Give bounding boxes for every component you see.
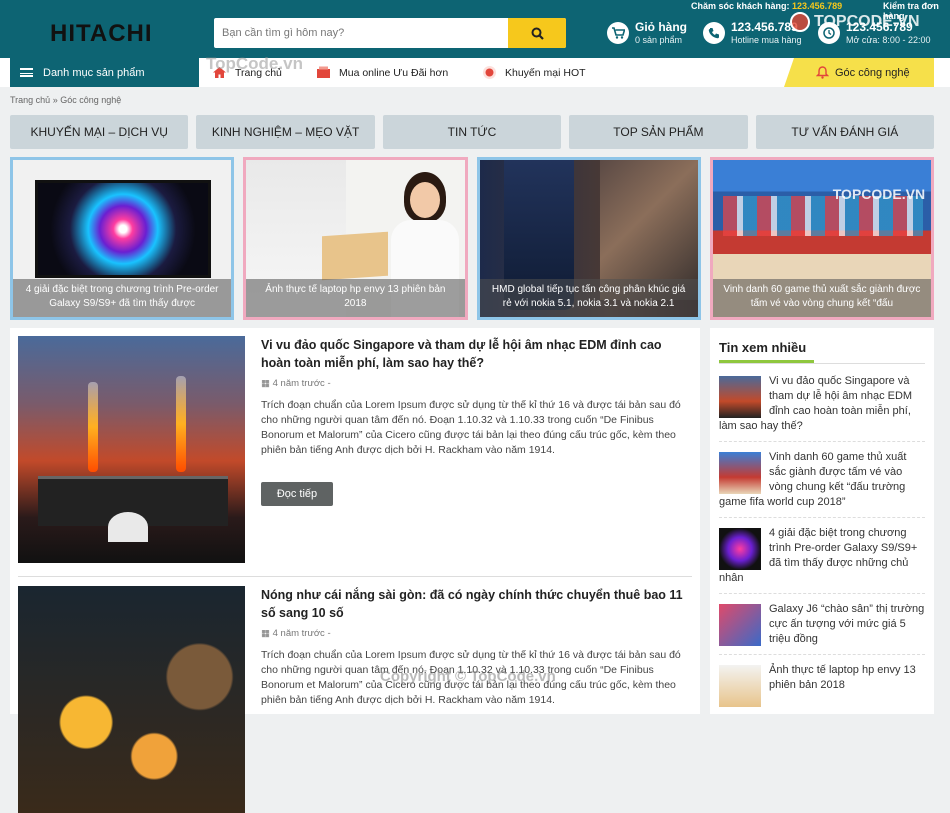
tab-review[interactable]: TƯ VẤN ĐÁNH GIÁ	[755, 115, 935, 149]
popular-item[interactable]: Vi vu đảo quốc Singapore và tham dự lễ h…	[719, 374, 925, 442]
post-date: ▦ 4 năm trước -	[261, 378, 331, 389]
tab-news[interactable]: TIN TỨC	[382, 115, 562, 149]
calendar-icon: ▦	[261, 378, 270, 389]
nav-tech-corner[interactable]: Góc công nghệ	[784, 58, 934, 87]
tab-top-products[interactable]: TOP SẢN PHẨM	[569, 115, 748, 149]
search-box	[214, 18, 566, 48]
sidebar-divider	[719, 363, 925, 364]
footer-watermark: Copyright © TopCode.vn	[380, 668, 556, 685]
popular-thumb	[719, 376, 761, 418]
calendar-icon: ▦	[261, 628, 270, 639]
post-item: Vi vu đảo quốc Singapore và tham dự lễ h…	[18, 336, 692, 566]
featured-post[interactable]: 4 giải đặc biệt trong chương trình Pre-o…	[10, 157, 235, 320]
shop-icon	[316, 66, 331, 79]
feature-watermark: TOPCODE.VN	[832, 186, 926, 202]
breadcrumb[interactable]: Trang chủ » Góc công nghệ	[10, 95, 121, 105]
nav-promo[interactable]: Khuyến mại HOT	[482, 58, 586, 87]
search-button[interactable]	[508, 18, 566, 48]
nav-online[interactable]: Mua online Ưu Đãi hơn	[316, 58, 448, 87]
hamburger-icon	[20, 68, 33, 77]
tab-tips[interactable]: KINH NGHIỆM – MẸO VẶT	[196, 115, 375, 149]
header-watermark: TOPCODE.VN	[790, 12, 920, 32]
bell-icon	[816, 66, 829, 79]
tab-promo[interactable]: KHUYẾN MẠI – DỊCH VỤ	[10, 115, 189, 149]
category-tabs: KHUYẾN MẠI – DỊCH VỤ KINH NGHIỆM – MẸO V…	[10, 115, 935, 149]
sidebar-title: Tin xem nhiều	[719, 340, 925, 363]
popular-thumb	[719, 452, 761, 494]
popular-thumb	[719, 528, 761, 570]
post-item: Nóng như cái nắng sài gòn: đã có ngày ch…	[18, 586, 692, 813]
edm-festival-image[interactable]	[18, 336, 245, 563]
popular-item[interactable]: Vinh danh 60 game thủ xuất sắc giành đượ…	[719, 450, 925, 518]
sidebar-popular: Tin xem nhiều Vi vu đảo quốc Singapore v…	[710, 328, 934, 714]
main-nav: Danh mục sản phẩm Trang chủ Mua online Ư…	[0, 54, 950, 87]
cart-icon	[607, 22, 629, 44]
customer-care: Chăm sóc khách hàng: 123.456.789	[691, 1, 843, 11]
featured-post[interactable]: HMD global tiếp tục tấn công phân khúc g…	[476, 157, 701, 320]
logo[interactable]: HITACHI	[50, 20, 153, 48]
hotline[interactable]: 123.456.789 Hotline mua hàng	[703, 20, 802, 46]
featured-post[interactable]: Vinh danh 60 game thủ xuất sắc giành đượ…	[709, 157, 934, 320]
promo-icon	[482, 65, 497, 80]
popular-thumb	[719, 604, 761, 646]
cart[interactable]: Giỏ hàng 0 sản phẩm	[607, 20, 687, 46]
search-input[interactable]	[214, 18, 508, 48]
phone-icon	[703, 22, 725, 44]
post-list: Vi vu đảo quốc Singapore và tham dự lễ h…	[10, 328, 700, 813]
bokeh-image[interactable]	[18, 586, 245, 813]
popular-thumb	[719, 665, 761, 707]
popular-item[interactable]: 4 giải đặc biệt trong chương trình Pre-o…	[719, 526, 925, 594]
post-title[interactable]: Vi vu đảo quốc Singapore và tham dự lễ h…	[261, 336, 691, 372]
popular-item[interactable]: Ảnh thực tế laptop hp envy 13 phiên bản …	[719, 663, 925, 714]
category-menu-button[interactable]: Danh mục sản phẩm	[10, 58, 199, 87]
post-excerpt: Trích đoạn chuẩn của Lorem Ipsum được sử…	[261, 399, 681, 456]
site-header: HITACHI Chăm sóc khách hàng: 123.456.789…	[0, 0, 950, 58]
read-more-button[interactable]: Đọc tiếp	[261, 482, 333, 506]
nav-watermark: TopCode.vn	[206, 54, 303, 73]
search-icon	[531, 27, 544, 40]
post-title[interactable]: Nóng như cái nắng sài gòn: đã có ngày ch…	[261, 586, 691, 622]
featured-posts: 4 giải đặc biệt trong chương trình Pre-o…	[10, 157, 934, 320]
post-date: ▦ 4 năm trước -	[261, 628, 331, 639]
post-divider	[18, 576, 692, 577]
popular-item[interactable]: Galaxy J6 “chào sân” thị trường cực ấn t…	[719, 602, 925, 655]
featured-post[interactable]: Ảnh thực tế laptop hp envy 13 phiên bản …	[243, 157, 468, 320]
